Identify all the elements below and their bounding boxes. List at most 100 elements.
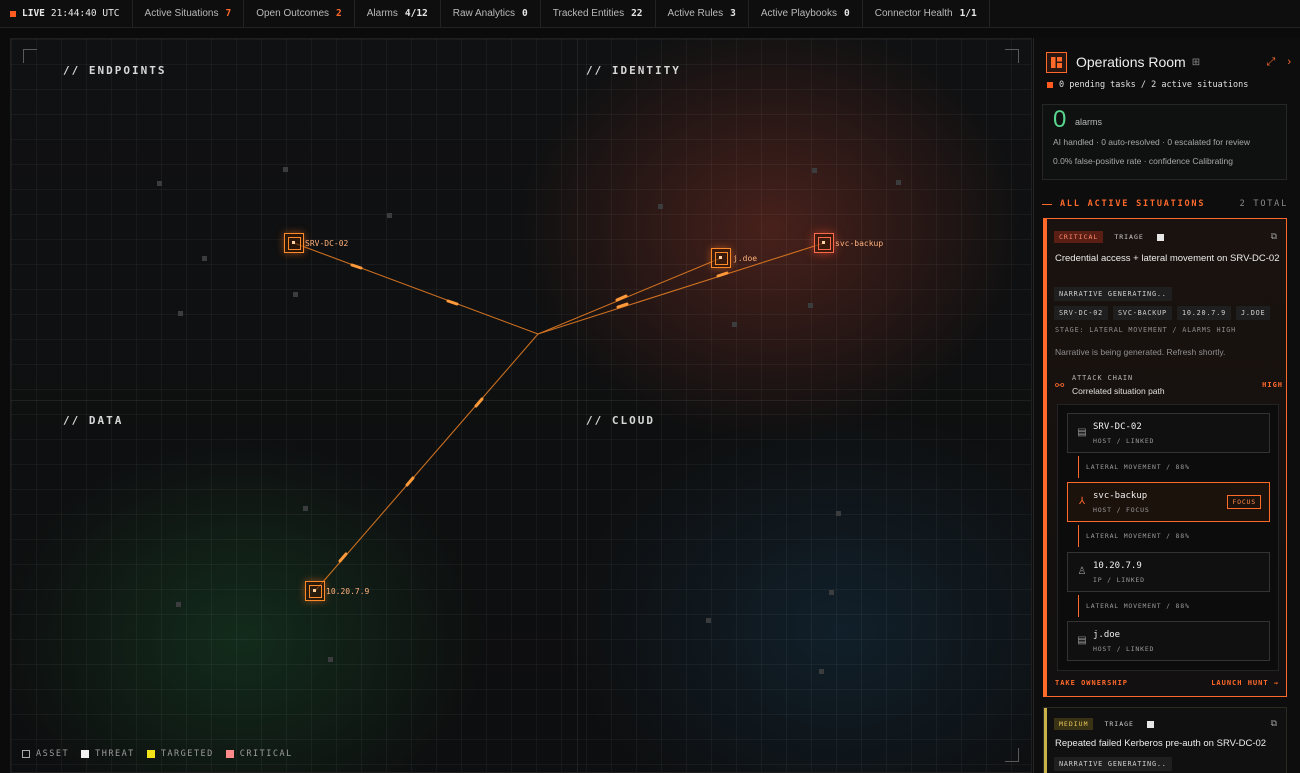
entity-chip[interactable]: SRV-DC-02 <box>1054 306 1109 320</box>
situation-card-medium[interactable]: MEDIUM TRIAGE ⧉ Repeated failed Kerberos… <box>1043 707 1287 773</box>
stat-open-outcomes[interactable]: Open Outcomes 2 <box>244 0 355 28</box>
chain-hop[interactable]: ▤ SRV-DC-02 HOST / LINKED <box>1067 413 1270 453</box>
flow-pulse <box>446 299 459 306</box>
legend-label: CRITICAL <box>239 749 293 759</box>
legend-label: TARGETED <box>160 749 214 759</box>
hop-sub: IP / LINKED <box>1093 576 1145 584</box>
server-icon: ▤ <box>1077 427 1087 438</box>
entity-chip[interactable]: SVC-BACKUP <box>1113 306 1172 320</box>
attack-chain-label: ATTACK CHAIN <box>1072 374 1134 382</box>
link-svc-backup <box>537 242 825 335</box>
panel-header: Operations Room ⊞ ⤢ › <box>1046 51 1291 73</box>
stat-value: 2 <box>336 8 342 19</box>
status-square-icon <box>1047 82 1053 88</box>
hop-sub: HOST / LINKED <box>1093 645 1155 653</box>
stat-label: Tracked Entities <box>552 8 625 19</box>
hop-name: 10.20.7.9 <box>1093 561 1142 571</box>
flow-pulse <box>338 552 348 563</box>
attack-chain-desc: Correlated situation path <box>1072 386 1165 396</box>
utc-clock: 21:44:40 UTC <box>50 8 120 19</box>
situation-title[interactable]: Repeated failed Kerberos pre-auth on SRV… <box>1055 736 1281 751</box>
stat-tracked-entities[interactable]: Tracked Entities 22 <box>541 0 656 28</box>
stat-value: 4/12 <box>404 8 428 19</box>
launch-hunt-button[interactable]: LAUNCH HUNT → <box>1211 679 1279 687</box>
state-badge: TRIAGE <box>1114 233 1144 241</box>
stat-value: 22 <box>631 8 643 19</box>
chevron-right-icon[interactable]: › <box>1287 56 1291 69</box>
flow-pulse <box>474 397 484 408</box>
entity-chip[interactable]: 10.20.7.9 <box>1176 306 1231 320</box>
chain-hop[interactable]: ▤ j.doe HOST / LINKED <box>1067 621 1270 661</box>
threat-swatch-icon <box>81 750 90 758</box>
stat-active-rules[interactable]: Active Rules 3 <box>656 0 749 28</box>
narrative-status-chip: NARRATIVE GENERATING.. <box>1054 287 1172 301</box>
flow-pulse <box>350 263 363 270</box>
layout-grid-icon[interactable]: ⊞ <box>1192 57 1200 68</box>
alarm-count: 0 <box>1053 106 1067 133</box>
state-badge: TRIAGE <box>1104 720 1134 728</box>
flow-pulse <box>615 294 628 302</box>
hop-name: svc-backup <box>1093 491 1148 501</box>
take-ownership-button[interactable]: TAKE OWNERSHIP <box>1055 679 1128 687</box>
node-label-svc-backup: svc-backup <box>835 239 884 248</box>
stat-value: 0 <box>844 8 850 19</box>
node-label-srv-dc-02: SRV-DC-02 <box>305 239 349 248</box>
open-external-icon[interactable]: ⧉ <box>1271 718 1277 729</box>
stat-value: 7 <box>225 8 232 19</box>
link-srv-dc-02 <box>293 242 539 335</box>
node-svc-backup[interactable] <box>814 233 834 253</box>
situation-card-critical[interactable]: CRITICAL TRIAGE ⧉ Credential access + la… <box>1043 218 1287 697</box>
attack-links <box>293 242 825 592</box>
node-srv-dc-02[interactable] <box>284 233 304 253</box>
hop-sub: HOST / FOCUS <box>1093 506 1150 514</box>
stat-label: Open Outcomes <box>256 8 330 19</box>
entity-map[interactable]: // ENDPOINTS // IDENTITY // DATA // CLOU… <box>10 38 1032 773</box>
alarm-fp-rate: 0.0% false-positive rate · confidence Ca… <box>1053 156 1234 166</box>
legend-critical: CRITICAL <box>225 749 293 759</box>
stat-active-playbooks[interactable]: Active Playbooks 0 <box>749 0 863 28</box>
chain-hop[interactable]: ♙ 10.20.7.9 IP / LINKED <box>1067 552 1270 592</box>
top-status-bar: LIVE 21:44:40 UTC Active Situations 7 Ope… <box>0 0 1300 28</box>
stat-value: 3 <box>730 8 736 19</box>
select-checkbox[interactable] <box>1156 233 1164 241</box>
open-external-icon[interactable]: ⧉ <box>1271 231 1277 242</box>
hop-sub: HOST / LINKED <box>1093 437 1155 445</box>
alarm-count-label: alarms <box>1075 117 1103 127</box>
section-title: ALL ACTIVE SITUATIONS <box>1060 199 1206 209</box>
node-label-j-doe: j.doe <box>733 254 758 263</box>
legend-label: ASSET <box>36 749 70 759</box>
situation-actions: TAKE OWNERSHIP LAUNCH HUNT → <box>1055 679 1279 687</box>
severity-badge: CRITICAL <box>1054 231 1104 243</box>
stat-label: Active Playbooks <box>760 8 837 19</box>
chain-edge: LATERAL MOVEMENT / 88% <box>1078 595 1190 617</box>
stat-alarms[interactable]: Alarms 4/12 <box>355 0 441 28</box>
panel-subline: 0 pending tasks / 2 active situations <box>1047 80 1248 90</box>
chain-hop-focus[interactable]: ⅄ svc-backup HOST / FOCUS FOCUS <box>1067 482 1270 522</box>
link-10-20-7-9 <box>314 333 539 592</box>
stat-label: Active Situations <box>144 8 219 19</box>
stat-raw-analytics[interactable]: Raw Analytics 0 <box>441 0 541 28</box>
expand-icon[interactable]: ⤢ <box>1267 56 1276 69</box>
share-nodes-icon: ⚯ <box>1055 380 1065 392</box>
stat-label: Connector Health <box>874 8 953 19</box>
live-label: LIVE <box>22 8 45 19</box>
hop-name: SRV-DC-02 <box>1093 422 1142 432</box>
narrative-text: Narrative is being generated. Refresh sh… <box>1055 347 1226 357</box>
legend-asset: ASSET <box>22 749 69 759</box>
section-count: 2 TOTAL <box>1239 199 1288 209</box>
node-10-20-7-9[interactable] <box>305 581 325 601</box>
node-j-doe[interactable] <box>711 248 731 268</box>
narrative-status-chip: NARRATIVE GENERATING.. <box>1054 757 1172 771</box>
stat-connector-health[interactable]: Connector Health 1/1 <box>863 0 990 28</box>
stat-active-situations[interactable]: Active Situations 7 <box>133 0 245 28</box>
alarm-summary-card: 0 alarms AI handled · 0 auto-resolved · … <box>1042 104 1287 180</box>
chain-edge: LATERAL MOVEMENT / 88% <box>1078 456 1190 478</box>
node-label-10-20-7-9: 10.20.7.9 <box>326 587 370 596</box>
entity-chip[interactable]: J.DOE <box>1235 306 1271 320</box>
select-checkbox[interactable] <box>1146 720 1154 728</box>
situation-title[interactable]: Credential access + lateral movement on … <box>1055 251 1281 266</box>
user-icon: ♙ <box>1077 566 1087 577</box>
map-legend: ASSET THREAT TARGETED CRITICAL <box>22 749 293 759</box>
critical-swatch-icon <box>225 750 234 758</box>
server-icon: ▤ <box>1077 635 1087 646</box>
